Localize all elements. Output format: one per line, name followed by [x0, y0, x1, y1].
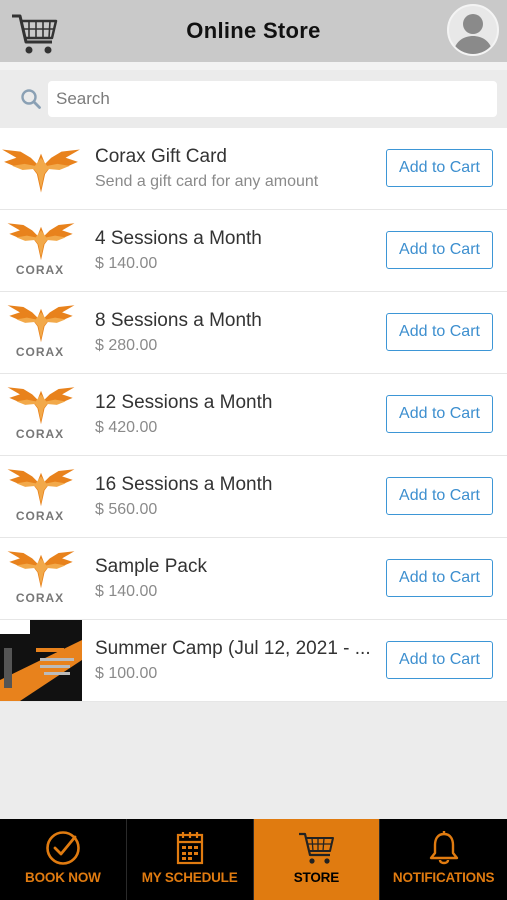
page-title: Online Store [186, 18, 321, 43]
product-price: $ 140.00 [95, 255, 158, 272]
list-item[interactable]: CORAX 8 Sessions a Month $ 280.00 Add to… [0, 292, 507, 374]
add-to-cart-button[interactable]: Add to Cart [386, 641, 493, 679]
bell-icon [429, 831, 458, 865]
product-title: 12 Sessions a Month [95, 392, 273, 413]
calendar-icon [176, 832, 203, 865]
search-icon [21, 89, 41, 109]
list-item[interactable]: CORAX 4 Sessions a Month $ 140.00 Add to… [0, 210, 507, 292]
product-title: 8 Sessions a Month [95, 310, 262, 331]
app-header: Online Store [0, 0, 507, 62]
nav-store[interactable]: STORE [253, 819, 381, 900]
svg-text:CORAX: CORAX [16, 591, 64, 605]
product-title: 16 Sessions a Month [95, 474, 273, 495]
search-input[interactable] [48, 81, 497, 117]
corax-logo-image: CORAX [0, 456, 82, 537]
summer-camp-flyer-image [0, 620, 82, 701]
list-item[interactable]: CORAX Sample Pack $ 140.00 Add to Cart [0, 538, 507, 620]
corax-logo-image: CORAX [0, 374, 82, 455]
list-item[interactable]: CORAX 16 Sessions a Month $ 560.00 Add t… [0, 456, 507, 538]
nav-label: BOOK NOW [25, 870, 101, 885]
check-circle-icon [46, 831, 80, 865]
product-price: $ 140.00 [95, 583, 158, 600]
add-to-cart-button[interactable]: Add to Cart [386, 231, 493, 269]
list-item[interactable]: CORAX 12 Sessions a Month $ 420.00 Add t… [0, 374, 507, 456]
svg-text:CORAX: CORAX [16, 263, 64, 277]
list-item[interactable]: Corax Gift Card Send a gift card for any… [0, 128, 507, 210]
search-bar [0, 70, 507, 128]
svg-text:CORAX: CORAX [16, 427, 64, 441]
list-item[interactable]: Summer Camp (Jul 12, 2021 - ... $ 100.00… [0, 620, 507, 702]
nav-label: NOTIFICATIONS [392, 870, 495, 885]
product-price: $ 420.00 [95, 419, 158, 436]
nav-label: STORE [293, 870, 339, 885]
product-title: Sample Pack [95, 556, 207, 577]
add-to-cart-button[interactable]: Add to Cart [386, 477, 493, 515]
product-price: $ 280.00 [95, 337, 158, 354]
product-price: $ 100.00 [95, 665, 158, 682]
product-list: Corax Gift Card Send a gift card for any… [0, 128, 507, 702]
gift-card-image [0, 128, 82, 209]
header-divider [0, 62, 507, 70]
bottom-nav: BOOK NOW MY SCHEDULE STORE NOTIFICATIONS [0, 819, 507, 900]
svg-text:CORAX: CORAX [16, 509, 64, 523]
product-title: 4 Sessions a Month [95, 228, 262, 249]
user-avatar-icon [453, 14, 493, 54]
nav-my-schedule[interactable]: MY SCHEDULE [127, 819, 254, 900]
add-to-cart-button[interactable]: Add to Cart [386, 313, 493, 351]
svg-text:CORAX: CORAX [16, 345, 64, 359]
search-field[interactable] [48, 81, 497, 117]
nav-book-now[interactable]: BOOK NOW [0, 819, 127, 900]
add-to-cart-button[interactable]: Add to Cart [386, 149, 493, 187]
corax-logo-image: CORAX [0, 292, 82, 373]
corax-logo-image: CORAX [0, 210, 82, 291]
nav-notifications[interactable]: NOTIFICATIONS [380, 819, 507, 900]
nav-label: MY SCHEDULE [141, 870, 238, 885]
corax-logo-image: CORAX [0, 538, 82, 619]
cart-icon [299, 832, 335, 864]
product-title: Summer Camp (Jul 12, 2021 - ... [95, 638, 371, 659]
add-to-cart-button[interactable]: Add to Cart [386, 559, 493, 597]
product-subtitle: Send a gift card for any amount [95, 173, 319, 190]
product-title: Corax Gift Card [95, 146, 227, 167]
add-to-cart-button[interactable]: Add to Cart [386, 395, 493, 433]
product-price: $ 560.00 [95, 501, 158, 518]
avatar[interactable] [447, 4, 499, 56]
